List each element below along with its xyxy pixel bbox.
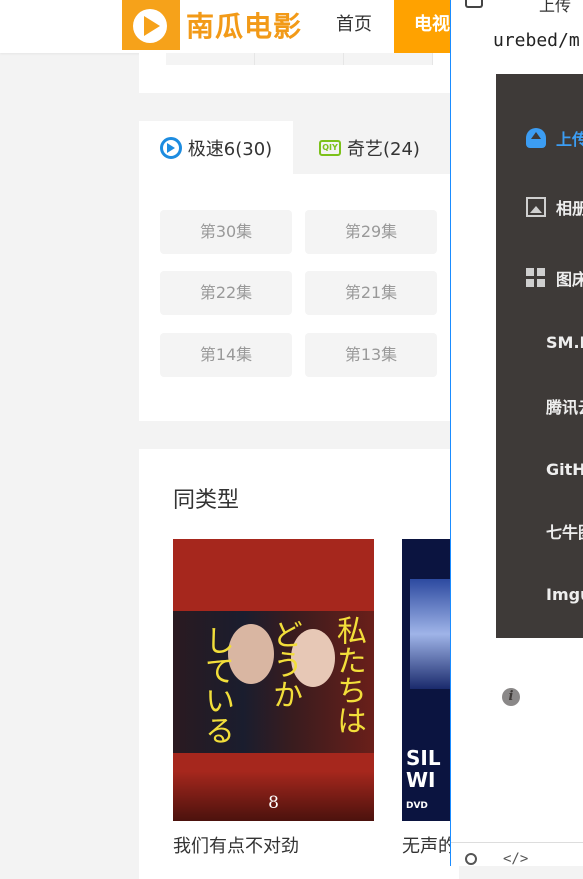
logo-play-icon <box>122 0 180 50</box>
menu-item-smms[interactable]: SM.MS <box>496 327 583 357</box>
menu-item-imgur[interactable]: Imgur <box>496 579 583 609</box>
episode-button[interactable]: 第30集 <box>160 210 292 254</box>
menu-item-label: 七牛图床 <box>546 523 583 542</box>
episode-button[interactable]: 第29集 <box>305 210 437 254</box>
menu-item-qiniu[interactable]: 七牛图床 <box>496 516 583 546</box>
bell-icon[interactable] <box>465 0 483 8</box>
grid-icon <box>526 268 546 288</box>
extension-panel: 上传 urebed/m 上传 相册 图床 SM.MS 腾讯云 GitHub 七牛… <box>450 0 583 866</box>
nav-home-link[interactable]: 首页 <box>336 10 372 36</box>
menu-item-label: 腾讯云 <box>546 398 583 417</box>
rating-badge: 8 <box>268 793 279 813</box>
dvd-badge: DVD <box>406 801 428 811</box>
menu-item-upload[interactable]: 上传 <box>496 123 583 153</box>
menu-item-label: SM.MS <box>546 332 583 352</box>
menu-item-album[interactable]: 相册 <box>496 192 583 222</box>
similar-poster-1[interactable]: 私たちは どうか している <box>173 539 374 821</box>
menu-item-hosts[interactable]: 图床 <box>496 263 583 293</box>
poster-title-line: WI <box>406 768 436 792</box>
tab-label: 奇艺(24) <box>347 138 420 160</box>
menu-item-label: GitHub <box>546 459 583 479</box>
panel-title: 上传 <box>539 0 572 15</box>
info-cell <box>255 53 344 65</box>
image-icon <box>526 197 546 217</box>
iqiyi-icon: QIY <box>319 139 341 156</box>
code-icon[interactable]: </> <box>503 851 528 866</box>
menu-item-label: 相册 <box>556 199 583 218</box>
episode-button[interactable]: 第22集 <box>160 271 292 315</box>
menu-item-label: Imgur <box>546 584 583 604</box>
menu-item-tencent[interactable]: 腾讯云 <box>496 391 583 421</box>
site-logo[interactable]: 南瓜电影 <box>122 0 302 50</box>
logo-text: 南瓜电影 <box>186 10 303 43</box>
episode-button[interactable]: 第14集 <box>160 333 292 377</box>
info-cell-strip <box>166 53 433 65</box>
similar-title-2[interactable]: 无声的 <box>402 832 456 858</box>
tab-speed6[interactable]: 极速6(30) <box>139 121 293 174</box>
similar-title-1[interactable]: 我们有点不对劲 <box>173 832 299 858</box>
panel-url: urebed/m <box>493 30 580 51</box>
panel-menu: 上传 相册 图床 SM.MS 腾讯云 GitHub 七牛图床 Imgur i <box>496 74 583 706</box>
panel-footer: </> <box>451 842 583 866</box>
poster-title-text: どうか <box>267 619 302 709</box>
poster-title-line: SIL <box>406 746 441 770</box>
poster-artwork <box>410 579 454 689</box>
poster-title-text: 私たちは <box>331 615 366 735</box>
speed-play-icon <box>159 136 182 159</box>
menu-item-label: 图床 <box>556 270 583 289</box>
info-icon[interactable]: i <box>502 688 520 706</box>
info-cell <box>344 53 433 65</box>
poster-title-text: している <box>199 625 234 745</box>
search-icon[interactable] <box>465 853 477 865</box>
source-tabs: 极速6(30) QIY 奇艺(24) <box>139 121 459 174</box>
menu-item-label: 上传 <box>556 130 583 149</box>
menu-item-github[interactable]: GitHub <box>496 454 583 484</box>
info-cell <box>166 53 255 65</box>
episode-button[interactable]: 第13集 <box>305 333 437 377</box>
nav-tv-link[interactable]: 电视 <box>394 0 454 53</box>
upload-cloud-icon <box>526 128 546 148</box>
poster-title-text: SIL WI <box>406 747 441 791</box>
similar-section-title: 同类型 <box>173 488 240 513</box>
tab-label: 极速6(30) <box>187 138 273 160</box>
tab-iqiyi[interactable]: QIY 奇艺(24) <box>319 121 420 174</box>
episode-button[interactable]: 第21集 <box>305 271 437 315</box>
